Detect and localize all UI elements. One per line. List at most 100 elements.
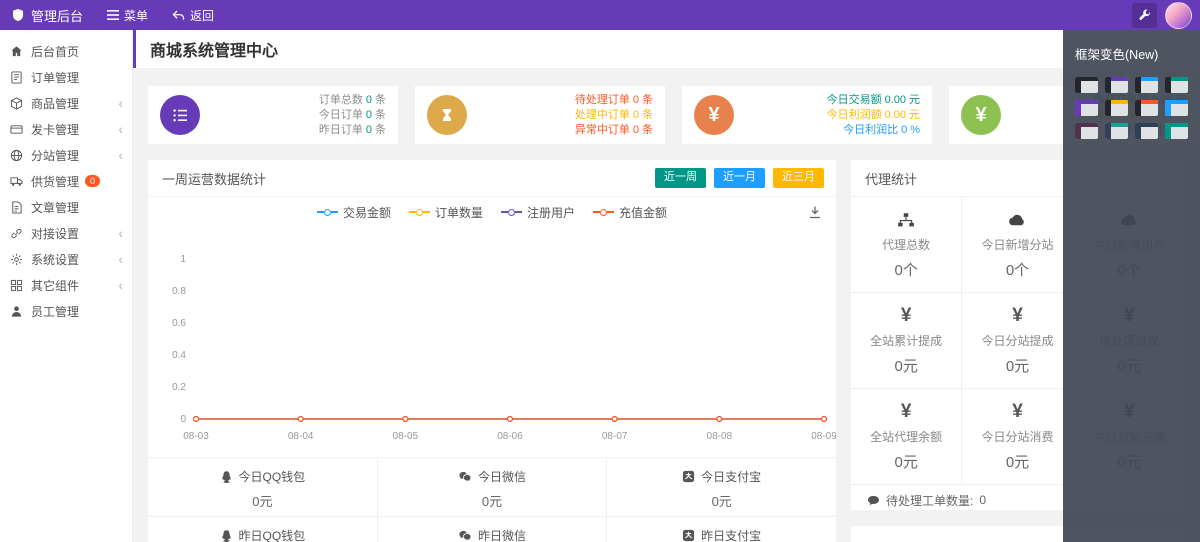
chevron-icon: ‹ xyxy=(118,147,123,163)
hourglass-circle-icon xyxy=(427,95,467,135)
svg-text:08-04: 08-04 xyxy=(288,431,314,442)
range-quarter-button[interactable]: 近三月 xyxy=(773,168,824,188)
theme-swatch[interactable] xyxy=(1105,77,1128,93)
chevron-icon: ‹ xyxy=(118,121,123,137)
theme-swatch[interactable] xyxy=(1165,100,1188,116)
sidebar-item-docking[interactable]: 对接设置 ‹ xyxy=(0,220,132,246)
settings-wrench-button[interactable] xyxy=(1132,2,1157,28)
supply-badge: 0 xyxy=(85,175,101,187)
agent-cell-substation-spend: ¥ 今日分站消费 0元 xyxy=(962,389,1074,485)
svg-text:08-09: 08-09 xyxy=(811,431,836,442)
sidebar-item-cards[interactable]: 发卡管理 ‹ xyxy=(0,116,132,142)
agent-cell-total-commission: ¥ 全站累计提成 0元 xyxy=(851,293,963,389)
svg-text:0.8: 0.8 xyxy=(172,286,186,297)
range-month-button[interactable]: 近一月 xyxy=(714,168,765,188)
theme-swatch[interactable] xyxy=(1075,100,1098,116)
sidebar-item-goods[interactable]: 商品管理 ‹ xyxy=(0,90,132,116)
alipay-icon xyxy=(682,529,695,542)
agent-cell-total-agents: 代理总数 0个 xyxy=(851,197,963,293)
sidebar-item-substations[interactable]: 分站管理 ‹ xyxy=(0,142,132,168)
wallet-cell-wechat-yesterday: 昨日微信 0元 xyxy=(378,517,608,542)
qq-icon xyxy=(220,470,233,484)
link-icon xyxy=(10,227,23,240)
stat-row: 昨日订单 0 条 xyxy=(318,123,386,136)
legend-line-marker-icon xyxy=(408,208,430,216)
main-content: 商城系统管理中心 订单总数 0 条 今日订单 0 条 昨日订单 0 条 待处理订单 0 xyxy=(133,30,1200,542)
chevron-icon: ‹ xyxy=(118,251,123,267)
sidebar-item-system[interactable]: 系统设置 ‹ xyxy=(0,246,132,272)
sidebar-item-articles[interactable]: 文章管理 xyxy=(0,194,132,220)
yen-circle-icon: ¥ xyxy=(961,95,1001,135)
svg-text:08-08: 08-08 xyxy=(707,431,733,442)
wechat-icon xyxy=(458,470,472,483)
topbar: 管理后台 菜单 返回 xyxy=(0,0,1200,30)
sidebar-item-orders[interactable]: 订单管理 xyxy=(0,64,132,90)
stat-row: 今日利润额 0.00 元 xyxy=(826,108,920,121)
legend-item[interactable]: 交易金额 xyxy=(316,204,391,221)
theme-swatch[interactable] xyxy=(1075,77,1098,93)
truck-icon xyxy=(10,175,23,188)
svg-text:0.4: 0.4 xyxy=(172,350,186,361)
sidebar-item-staff[interactable]: 员工管理 xyxy=(0,298,132,324)
stat-cards-row: 订单总数 0 条 今日订单 0 条 昨日订单 0 条 待处理订单 0 条 处理中订单 0 条 异常中… xyxy=(148,86,1199,144)
theme-swatch[interactable] xyxy=(1135,100,1158,116)
wallet-cell-wechat-today: 今日微信 0元 xyxy=(378,458,608,516)
gear-icon xyxy=(10,253,23,266)
yen-icon: ¥ xyxy=(1012,401,1023,422)
agent-card-title: 代理统计 xyxy=(865,171,918,187)
theme-swatch[interactable] xyxy=(1135,77,1158,93)
back-arrow-icon xyxy=(172,9,185,21)
sitemap-icon xyxy=(851,209,961,231)
legend-item[interactable]: 注册用户 xyxy=(501,204,575,221)
chart-legend-row: 交易金额 订单数量 注册用户 充值金额 xyxy=(148,197,836,227)
legend-item[interactable]: 充值金额 xyxy=(593,204,667,221)
line-chart-plot: 0 0.2 0.4 0.6 0.8 1 08-03 08-04 08-05 08-06 08-07 0… xyxy=(148,227,836,457)
user-avatar[interactable] xyxy=(1165,1,1192,29)
download-icon[interactable] xyxy=(808,205,822,219)
theme-swatch-grid xyxy=(1075,77,1188,139)
theme-swatch[interactable] xyxy=(1165,123,1188,139)
theme-swatch[interactable] xyxy=(1105,100,1128,116)
sidebar-item-components[interactable]: 其它组件 ‹ xyxy=(0,272,132,298)
stat-card-orders: 订单总数 0 条 今日订单 0 条 昨日订单 0 条 xyxy=(148,86,398,144)
hamburger-icon xyxy=(107,10,120,20)
user-icon xyxy=(10,305,23,318)
theme-swatch[interactable] xyxy=(1075,123,1098,139)
back-button[interactable]: 返回 xyxy=(160,0,226,30)
legend-item[interactable]: 订单数量 xyxy=(408,204,483,221)
grid-icon xyxy=(10,279,23,292)
theme-swatch[interactable] xyxy=(1105,123,1128,139)
weekly-stats-chart: 0 0.2 0.4 0.6 0.8 1 08-03 08-04 08-05 08-06 08-07 0… xyxy=(172,254,836,442)
globe-icon xyxy=(10,149,23,162)
sidebar-item-supply[interactable]: 供货管理 0 xyxy=(0,168,132,194)
legend-line-marker-icon xyxy=(501,208,522,216)
chart-title: 一周运营数据统计 xyxy=(162,171,267,187)
cube-icon xyxy=(10,96,23,110)
svg-text:1: 1 xyxy=(180,254,186,265)
svg-text:0: 0 xyxy=(180,414,186,425)
agent-cell-agent-balance: ¥ 全站代理余额 0元 xyxy=(851,389,963,485)
agent-cell-today-commission: ¥ 今日分站提成 0元 xyxy=(962,293,1074,389)
chevron-icon: ‹ xyxy=(118,95,123,111)
weekly-stats-card: 一周运营数据统计 近一周 近一月 近三月 交易金额 订单数量 注册用户 充值金额 0 0… xyxy=(148,160,836,542)
wallet-cell-alipay-yesterday: 昨日支付宝 0元 xyxy=(607,517,836,542)
stat-row: 异常中订单 0 条 xyxy=(574,123,653,136)
theme-swatch[interactable] xyxy=(1135,123,1158,139)
menu-button[interactable]: 菜单 xyxy=(95,0,160,30)
app-title: 管理后台 xyxy=(31,8,84,24)
yen-icon: ¥ xyxy=(900,305,912,326)
order-list-circle-icon xyxy=(160,95,200,135)
sidebar-item-home[interactable]: 后台首页 xyxy=(0,38,132,64)
stat-row: 今日利润比 0% xyxy=(843,123,920,136)
range-week-button[interactable]: 近一周 xyxy=(655,168,706,188)
theme-swatch[interactable] xyxy=(1165,77,1188,93)
page-title-bar: 商城系统管理中心 xyxy=(133,30,1200,68)
wallet-cell-alipay-today: 今日支付宝 0元 xyxy=(607,458,836,516)
chevron-icon: ‹ xyxy=(118,225,123,241)
wechat-icon xyxy=(458,529,472,542)
page-title: 商城系统管理中心 xyxy=(150,43,279,60)
wrench-icon xyxy=(1138,9,1151,22)
svg-text:08-03: 08-03 xyxy=(183,431,209,442)
wallet-stats-grid: 今日QQ钱包 0元 今日微信 0元 今日支付宝 0元 昨日QQ钱包 昨日微信 昨… xyxy=(148,457,836,542)
legend-line-marker-icon xyxy=(593,208,615,216)
